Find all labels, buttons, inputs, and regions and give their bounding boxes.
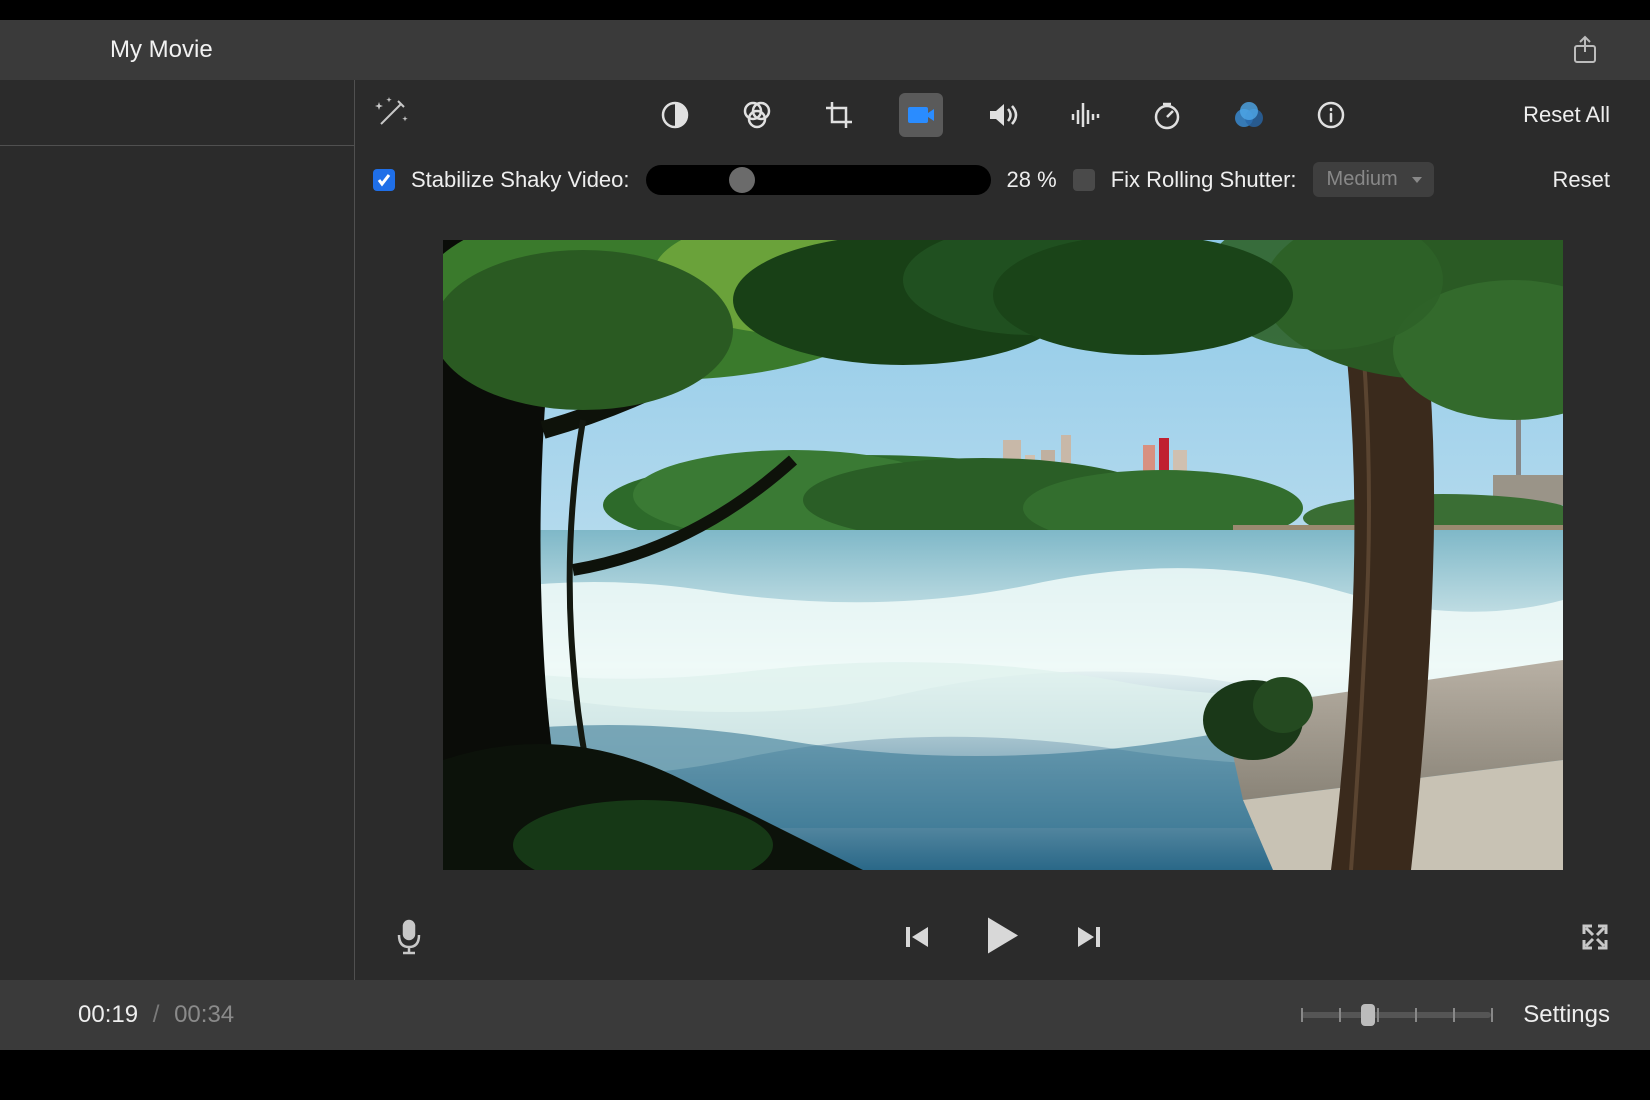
titlebar: My Movie: [0, 0, 1650, 80]
stabilization-tab[interactable]: [899, 93, 943, 137]
preview-viewer: [355, 209, 1650, 900]
magic-wand-button[interactable]: [375, 94, 411, 136]
footer-right: Settings: [1301, 1001, 1610, 1029]
sidebar: [0, 80, 355, 980]
skip-forward-button[interactable]: [1076, 925, 1102, 955]
volume-tab[interactable]: [981, 93, 1025, 137]
reset-all-button[interactable]: Reset All: [1523, 102, 1610, 128]
stabilization-controls: Stabilize Shaky Video: 28 % Fix Rolling …: [355, 150, 1650, 209]
color-filter-tab[interactable]: [1227, 93, 1271, 137]
project-title: My Movie: [110, 36, 213, 64]
footer-bar: 00:19 / 00:34 Settings: [0, 980, 1650, 1050]
stabilize-slider-thumb[interactable]: [729, 167, 755, 193]
speed-tab[interactable]: [1145, 93, 1189, 137]
rolling-shutter-dropdown[interactable]: Medium: [1313, 162, 1434, 197]
stabilize-value: 28 %: [1007, 167, 1057, 193]
main-area: Reset All Stabilize Shaky Video: 28 % Fi…: [0, 80, 1650, 980]
stabilize-slider[interactable]: [646, 165, 991, 195]
preview-frame[interactable]: [443, 240, 1563, 870]
stabilize-label: Stabilize Shaky Video:: [411, 167, 630, 193]
noise-reduction-tab[interactable]: [1063, 93, 1107, 137]
zoom-slider[interactable]: [1301, 1012, 1491, 1018]
sidebar-divider: [0, 145, 354, 146]
timecode-duration: 00:34: [174, 1001, 234, 1028]
inspector-tabs: [653, 93, 1353, 137]
info-tab[interactable]: [1309, 93, 1353, 137]
timecode-current: 00:19: [78, 1001, 138, 1028]
skip-back-button[interactable]: [904, 925, 930, 955]
play-button[interactable]: [983, 915, 1022, 966]
reset-button[interactable]: Reset: [1553, 167, 1610, 193]
settings-button[interactable]: Settings: [1523, 1001, 1610, 1029]
timecode-separator: /: [153, 1001, 160, 1028]
color-correction-tab[interactable]: [735, 93, 779, 137]
crop-tab[interactable]: [817, 93, 861, 137]
rolling-shutter-value: Medium: [1327, 168, 1398, 190]
transport-controls: [904, 923, 1102, 957]
stabilize-checkbox[interactable]: [373, 169, 395, 191]
voiceover-button[interactable]: [395, 919, 423, 961]
playback-bar: [355, 900, 1650, 980]
inspector-toolbar: Reset All: [355, 80, 1650, 150]
rolling-shutter-checkbox[interactable]: [1073, 169, 1095, 191]
color-balance-tab[interactable]: [653, 93, 697, 137]
share-button[interactable]: [1570, 35, 1600, 65]
timecode: 00:19 / 00:34: [78, 1001, 234, 1029]
rolling-shutter-label: Fix Rolling Shutter:: [1111, 167, 1297, 193]
editor-panel: Reset All Stabilize Shaky Video: 28 % Fi…: [355, 80, 1650, 980]
zoom-slider-thumb[interactable]: [1361, 1004, 1375, 1026]
fullscreen-button[interactable]: [1580, 922, 1610, 958]
